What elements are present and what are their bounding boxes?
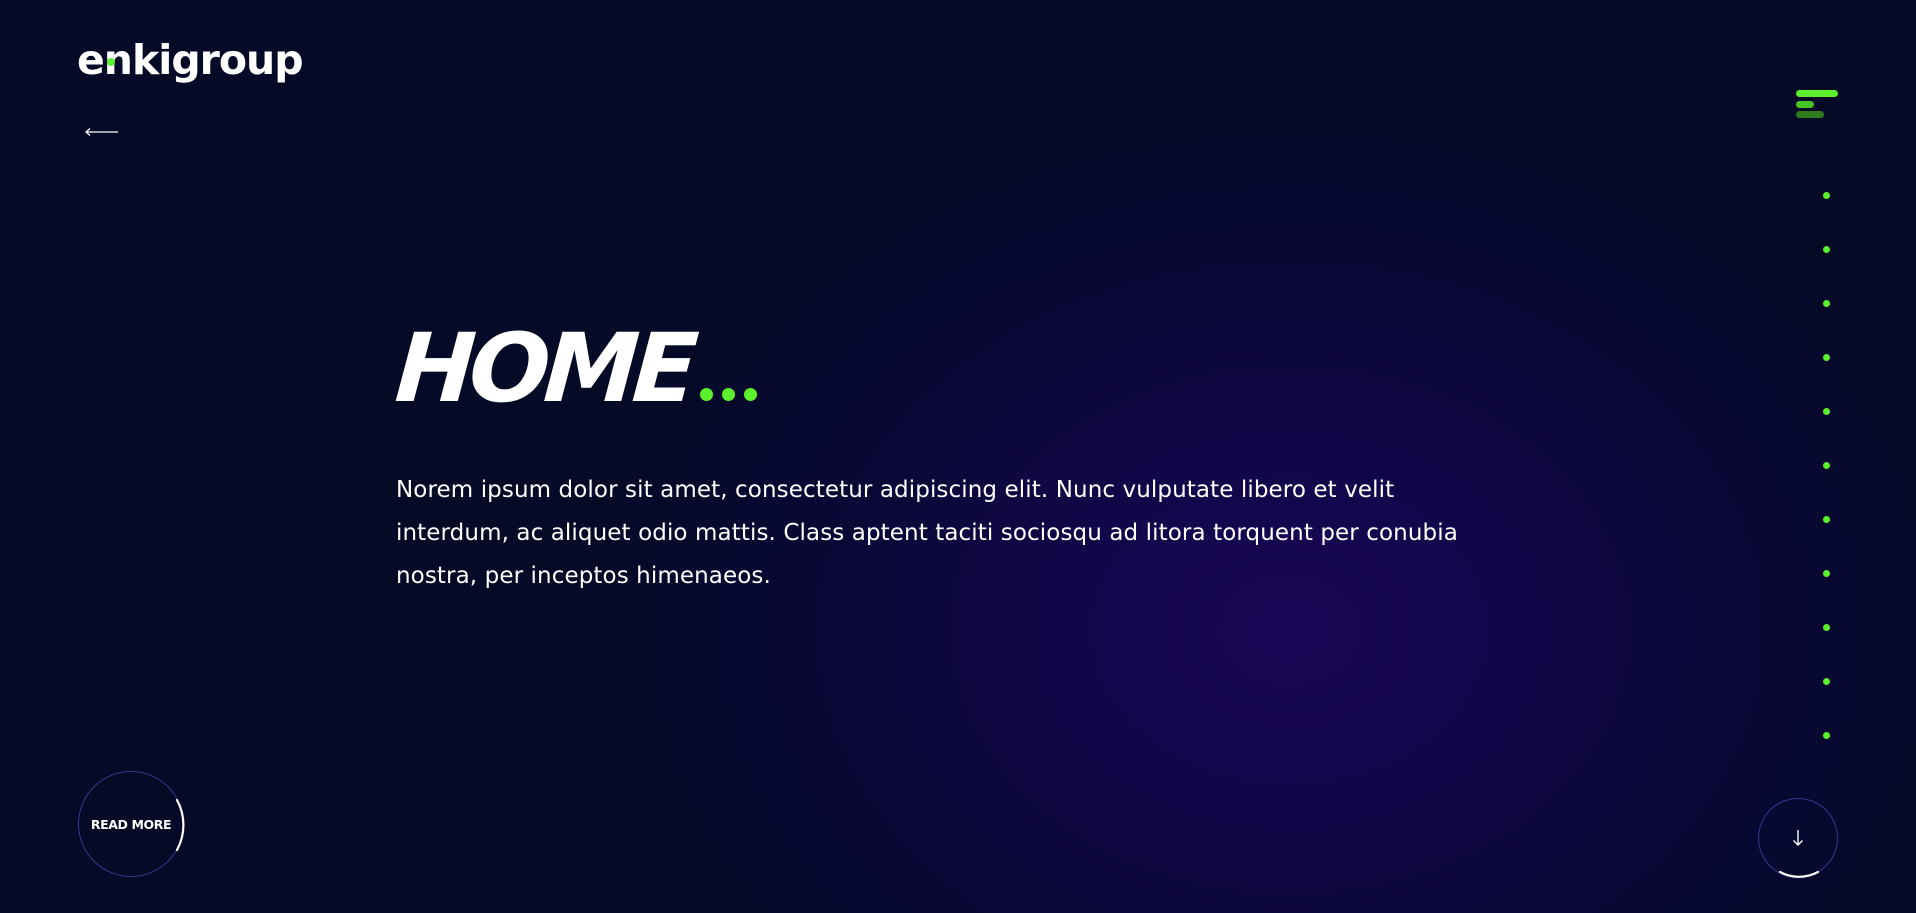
read-more-label: READ MORE xyxy=(90,816,172,832)
logo[interactable]: enkigroup xyxy=(77,36,304,84)
hero-description: Norem ipsum dolor sit amet, consectetur … xyxy=(396,477,1458,589)
section-dot[interactable] xyxy=(1823,192,1830,199)
scroll-down-button[interactable] xyxy=(1758,798,1838,878)
arrow-down-icon xyxy=(1793,830,1803,846)
section-dot[interactable] xyxy=(1823,408,1830,415)
section-dot[interactable] xyxy=(1823,570,1830,577)
section-dot[interactable] xyxy=(1823,246,1830,253)
section-dot[interactable] xyxy=(1823,732,1830,739)
logo-accent-dot xyxy=(107,58,115,66)
page-title: HOME xyxy=(392,314,696,424)
read-more-button[interactable]: READ MORE xyxy=(78,771,185,877)
section-dot[interactable] xyxy=(1823,354,1830,361)
section-dot[interactable] xyxy=(1823,300,1830,307)
section-dot[interactable] xyxy=(1823,462,1830,469)
section-dot[interactable] xyxy=(1823,516,1830,523)
arrow-left-icon[interactable] xyxy=(84,118,120,146)
hero-section: HOME Norem ipsum dolor sit amet, consect… xyxy=(392,314,1506,621)
section-dot[interactable] xyxy=(1823,624,1830,631)
title-dots xyxy=(699,386,766,405)
hamburger-menu-icon[interactable] xyxy=(1796,90,1838,120)
section-dot[interactable] xyxy=(1823,678,1830,685)
